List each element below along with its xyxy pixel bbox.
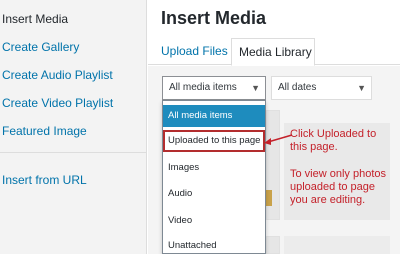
option-unattached[interactable]: Unattached (163, 235, 265, 254)
sidebar-item-create-gallery[interactable]: Create Gallery (2, 40, 79, 54)
media-thumbnail[interactable] (266, 236, 280, 254)
tab-upload-files[interactable]: Upload Files (161, 38, 228, 65)
option-images[interactable]: Images (163, 157, 265, 179)
media-type-filter-value: All media items (169, 82, 237, 93)
option-uploaded-to-this-page[interactable]: Uploaded to this page (163, 130, 265, 152)
sidebar-item-create-audio-playlist[interactable]: Create Audio Playlist (2, 68, 113, 82)
annotation-explanation: To view only photos uploaded to page you… (290, 168, 386, 206)
tab-bar: Upload Files Media Library (148, 38, 400, 66)
tab-media-library[interactable]: Media Library (231, 38, 315, 66)
annotation-instruction: Click Uploaded to this page. (290, 128, 377, 153)
chevron-down-icon: ▼ (251, 83, 260, 93)
sidebar-item-insert-from-url[interactable]: Insert from URL (2, 173, 87, 187)
sidebar-item-create-video-playlist[interactable]: Create Video Playlist (2, 96, 113, 110)
media-type-dropdown: All media items Uploaded to this page Im… (162, 100, 266, 254)
media-type-filter[interactable]: All media items ▼ (162, 76, 266, 100)
sidebar-item-insert-media[interactable]: Insert Media (2, 12, 68, 26)
option-video[interactable]: Video (163, 210, 265, 232)
date-filter[interactable]: All dates ▼ (271, 76, 372, 100)
sidebar-item-featured-image[interactable]: Featured Image (2, 124, 87, 138)
chevron-down-icon: ▼ (357, 83, 366, 93)
page-title: Insert Media (161, 8, 267, 28)
sidebar-divider (0, 152, 146, 153)
date-filter-value: All dates (278, 82, 317, 93)
media-sidebar: Insert Media Create Gallery Create Audio… (0, 0, 147, 254)
option-all-media-items[interactable]: All media items (163, 105, 265, 127)
option-audio[interactable]: Audio (163, 183, 265, 205)
media-thumbnail[interactable] (284, 236, 390, 254)
media-thumbnail-preview (266, 190, 272, 206)
